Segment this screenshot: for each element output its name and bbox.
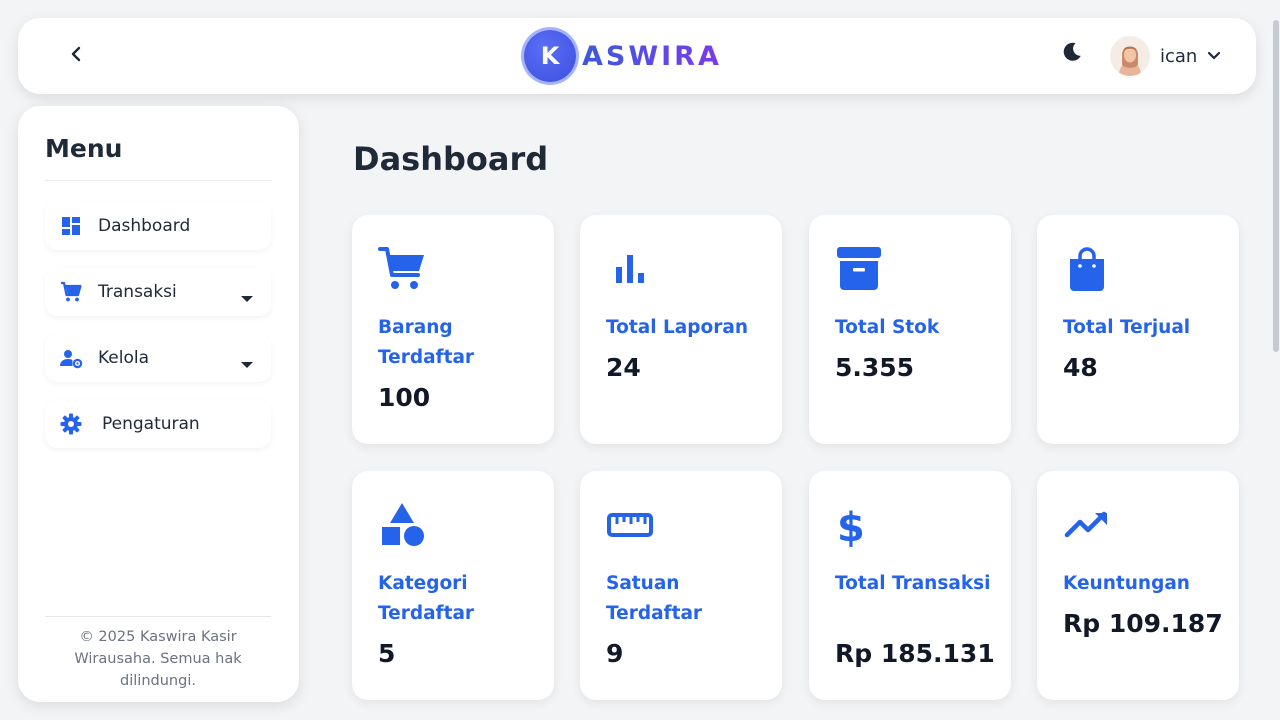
stat-card-value: 48 [1063,353,1098,382]
username-label: ican [1160,45,1198,67]
stat-card-value: 24 [606,353,641,382]
sidebar-item-pengaturan[interactable]: Pengaturan [45,400,271,448]
dollar-icon: $ [835,501,883,551]
trending-up-icon [1063,501,1111,549]
stat-card-satuan-terdaftar[interactable]: Satuan Terdaftar 9 [580,471,782,700]
sidebar-item-label: Dashboard [98,216,191,236]
stat-card-label: Satuan Terdaftar [606,573,703,624]
ruler-icon [606,501,654,549]
divider [45,180,271,181]
chevron-down-icon [1207,51,1221,61]
sidebar: Menu Dashboard Transaksi Kelola Pengatur… [18,106,299,702]
stat-card-keuntungan[interactable]: Keuntungan Rp 109.187 [1037,471,1239,700]
scrollbar-thumb[interactable] [1273,20,1279,352]
chevron-left-icon [69,45,83,67]
users-cog-icon [59,346,83,370]
stat-card-label: Total Terjual [1063,317,1191,338]
stat-card-label: Kategori Terdaftar [378,573,475,624]
stat-card-total-stok[interactable]: Total Stok 5.355 [809,215,1011,444]
bar-chart-icon [606,245,654,293]
stat-card-total-transaksi[interactable]: $ Total Transaksi Rp 185.131 [809,471,1011,700]
stat-card-label: Total Transaksi [835,573,991,594]
stat-card-total-laporan[interactable]: Total Laporan 24 [580,215,782,444]
back-button[interactable] [62,44,90,68]
sidebar-item-label: Transaksi [98,282,177,302]
stat-card-value: 9 [606,639,624,668]
user-menu[interactable]: ican [1110,36,1221,76]
logo-badge: K [524,30,576,82]
logo-wordmark: ASWIRA [582,40,722,72]
divider [45,616,271,617]
copyright-text: © 2025 Kaswira Kasir Wirausaha. Semua ha… [74,629,242,689]
shopping-bag-icon [1063,245,1111,293]
sidebar-item-transaksi[interactable]: Transaksi [45,268,271,316]
svg-text:$: $ [837,505,865,549]
app-logo[interactable]: K ASWIRA [524,28,722,84]
stat-card-barang-terdaftar[interactable]: Barang Terdaftar 100 [352,215,554,444]
stat-card-value: Rp 185.131 [835,639,995,668]
stat-card-value: 100 [378,383,431,412]
caret-down-icon [241,354,253,373]
sidebar-item-label: Pengaturan [102,414,200,434]
shapes-icon [378,501,426,549]
sidebar-item-dashboard[interactable]: Dashboard [45,202,271,250]
shopping-cart-icon [378,245,426,293]
sidebar-title: Menu [45,134,123,163]
stat-card-label: Barang Terdaftar [378,317,475,368]
archive-box-icon [835,245,883,293]
sidebar-item-label: Kelola [98,348,150,368]
stat-card-value: 5.355 [835,353,915,382]
stat-card-total-terjual[interactable]: Total Terjual 48 [1037,215,1239,444]
stat-card-label: Total Laporan [606,317,748,338]
theme-toggle-button[interactable] [1058,40,1086,68]
stat-card-label: Total Stok [835,317,940,338]
cart-icon [59,280,83,304]
dashboard-icon [59,214,83,238]
avatar [1110,36,1150,76]
moon-icon [1060,40,1084,68]
stat-card-label: Keuntungan [1063,573,1190,594]
gear-icon [59,412,83,436]
stat-card-value: Rp 109.187 [1063,609,1223,638]
stat-card-value: 5 [378,639,396,668]
top-header: K ASWIRA ican [18,18,1256,94]
caret-down-icon [241,288,253,307]
page-title: Dashboard [353,140,549,178]
sidebar-item-kelola[interactable]: Kelola [45,334,271,382]
stat-card-kategori-terdaftar[interactable]: Kategori Terdaftar 5 [352,471,554,700]
